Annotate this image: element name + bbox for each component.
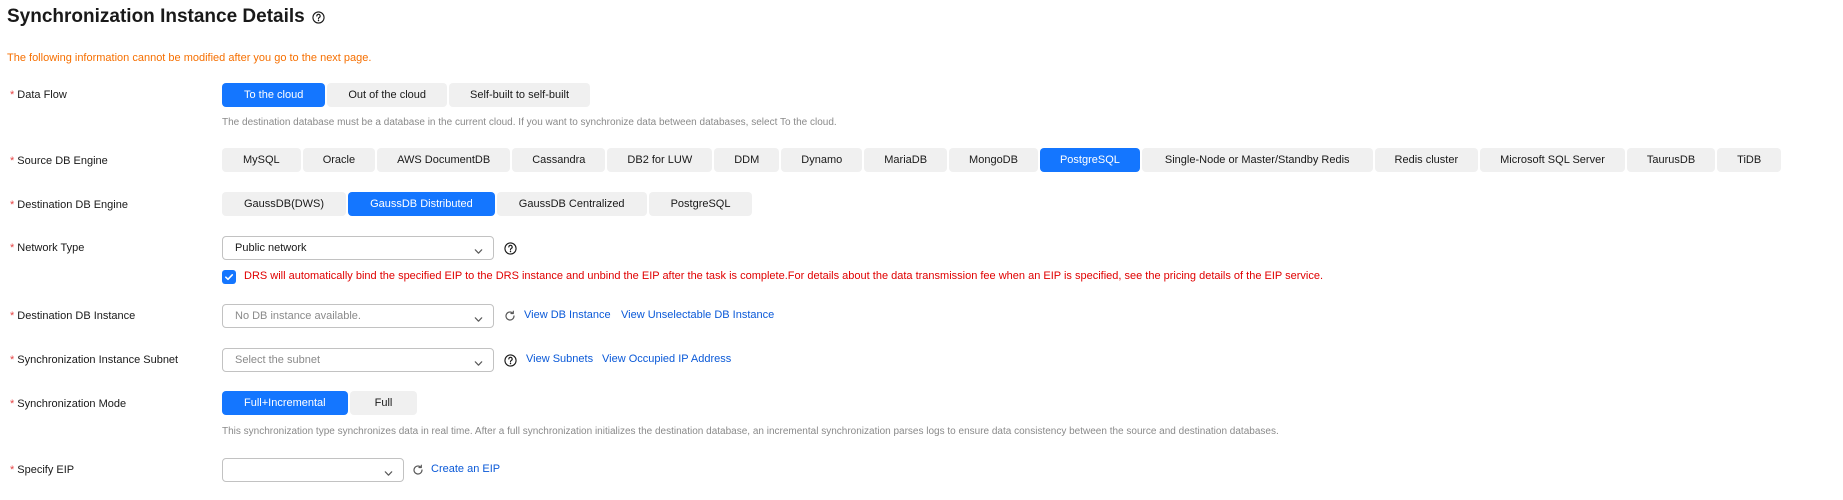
data-flow-option[interactable]: Out of the cloud: [327, 83, 447, 107]
subnet-label: * Synchronization Instance Subnet: [10, 352, 178, 368]
destination-instance-placeholder: No DB instance available.: [235, 310, 361, 322]
view-subnets-link[interactable]: View Subnets: [526, 353, 593, 365]
source-engine-option[interactable]: MySQL: [222, 148, 301, 172]
source-engine-option[interactable]: DDM: [714, 148, 780, 172]
notice-text: The following information cannot be modi…: [7, 52, 372, 64]
source-engine-option[interactable]: MariaDB: [864, 148, 948, 172]
subnet-placeholder: Select the subnet: [235, 354, 321, 366]
source-engine-option[interactable]: MongoDB: [949, 148, 1038, 172]
specify-eip-select[interactable]: [222, 458, 404, 482]
view-occupied-ip-link[interactable]: View Occupied IP Address: [602, 353, 731, 365]
destination-instance-select[interactable]: No DB instance available.: [222, 304, 494, 328]
specify-eip-label: * Specify EIP: [10, 462, 74, 478]
required-icon: *: [10, 310, 15, 322]
eip-binding-note: DRS will automatically bind the specifie…: [244, 270, 1323, 282]
refresh-icon[interactable]: [504, 310, 516, 322]
source-engine-option[interactable]: Dynamo: [781, 148, 863, 172]
view-unselectable-instance-link[interactable]: View Unselectable DB Instance: [621, 309, 774, 321]
required-icon: *: [10, 398, 15, 410]
source-engine-option[interactable]: Oracle: [302, 148, 376, 172]
sync-mode-option[interactable]: Full+Incremental: [222, 391, 348, 415]
destination-engine-option[interactable]: GaussDB Centralized: [496, 192, 647, 216]
source-engine-option[interactable]: DB2 for LUW: [607, 148, 713, 172]
data-flow-label-text: Data Flow: [17, 89, 67, 101]
destination-engine-option[interactable]: GaussDB(DWS): [222, 192, 347, 216]
destination-engine-label-text: Destination DB Engine: [17, 199, 128, 211]
view-db-instance-link[interactable]: View DB Instance: [524, 309, 611, 321]
check-icon: [225, 274, 234, 281]
data-flow-option[interactable]: Self-built to self-built: [449, 83, 591, 107]
subnet-label-text: Synchronization Instance Subnet: [17, 354, 179, 366]
source-engine-segment: MySQL Oracle AWS DocumentDB Cassandra DB…: [222, 148, 1782, 172]
source-engine-option[interactable]: Redis cluster: [1374, 148, 1479, 172]
network-type-select[interactable]: Public network: [222, 236, 494, 260]
source-engine-label: * Source DB Engine: [10, 153, 108, 169]
data-flow-segment: To the cloud Out of the cloud Self-built…: [222, 83, 591, 107]
destination-engine-option[interactable]: GaussDB Distributed: [348, 192, 495, 216]
source-engine-option[interactable]: Single-Node or Master/Standby Redis: [1141, 148, 1373, 172]
source-engine-option[interactable]: TaurusDB: [1626, 148, 1716, 172]
destination-instance-label-text: Destination DB Instance: [17, 310, 136, 322]
data-flow-label: * Data Flow: [10, 87, 67, 103]
required-icon: *: [10, 89, 15, 101]
source-engine-option[interactable]: Cassandra: [512, 148, 606, 172]
network-type-label-text: Network Type: [17, 242, 85, 254]
subnet-select[interactable]: Select the subnet: [222, 348, 494, 372]
sync-mode-label: * Synchronization Mode: [10, 396, 126, 412]
source-engine-option[interactable]: PostgreSQL: [1039, 148, 1140, 172]
refresh-icon[interactable]: [412, 464, 424, 476]
chevron-down-icon: [473, 355, 484, 377]
specify-eip-label-text: Specify EIP: [17, 464, 75, 476]
destination-engine-option[interactable]: PostgreSQL: [648, 192, 753, 216]
data-flow-hint: The destination database must be a datab…: [222, 117, 837, 128]
help-icon[interactable]: [312, 10, 325, 24]
required-icon: *: [10, 199, 15, 211]
help-icon[interactable]: [504, 354, 517, 367]
chevron-down-icon: [473, 311, 484, 333]
data-flow-option[interactable]: To the cloud: [222, 83, 326, 107]
sync-mode-label-text: Synchronization Mode: [17, 398, 127, 410]
sync-mode-hint: This synchronization type synchronizes d…: [222, 426, 1279, 437]
help-icon[interactable]: [504, 242, 517, 255]
required-icon: *: [10, 464, 15, 476]
required-icon: *: [10, 242, 15, 254]
destination-engine-label: * Destination DB Engine: [10, 197, 128, 213]
required-icon: *: [10, 155, 15, 167]
source-engine-option[interactable]: AWS DocumentDB: [377, 148, 511, 172]
destination-engine-segment: GaussDB(DWS) GaussDB Distributed GaussDB…: [222, 192, 753, 216]
sync-mode-option[interactable]: Full: [349, 391, 418, 415]
required-icon: *: [10, 354, 15, 366]
page-title-text: Synchronization Instance Details: [7, 6, 305, 27]
network-type-value: Public network: [235, 242, 307, 254]
chevron-down-icon: [473, 243, 484, 265]
eip-binding-checkbox[interactable]: [222, 270, 236, 284]
chevron-down-icon: [383, 465, 394, 487]
network-type-label: * Network Type: [10, 240, 84, 256]
create-eip-link[interactable]: Create an EIP: [431, 463, 500, 475]
source-engine-label-text: Source DB Engine: [17, 155, 108, 167]
page-title: Synchronization Instance Details: [7, 6, 325, 28]
sync-mode-segment: Full+Incremental Full: [222, 391, 418, 415]
source-engine-option[interactable]: Microsoft SQL Server: [1480, 148, 1625, 172]
destination-instance-label: * Destination DB Instance: [10, 308, 135, 324]
source-engine-option[interactable]: TiDB: [1717, 148, 1782, 172]
